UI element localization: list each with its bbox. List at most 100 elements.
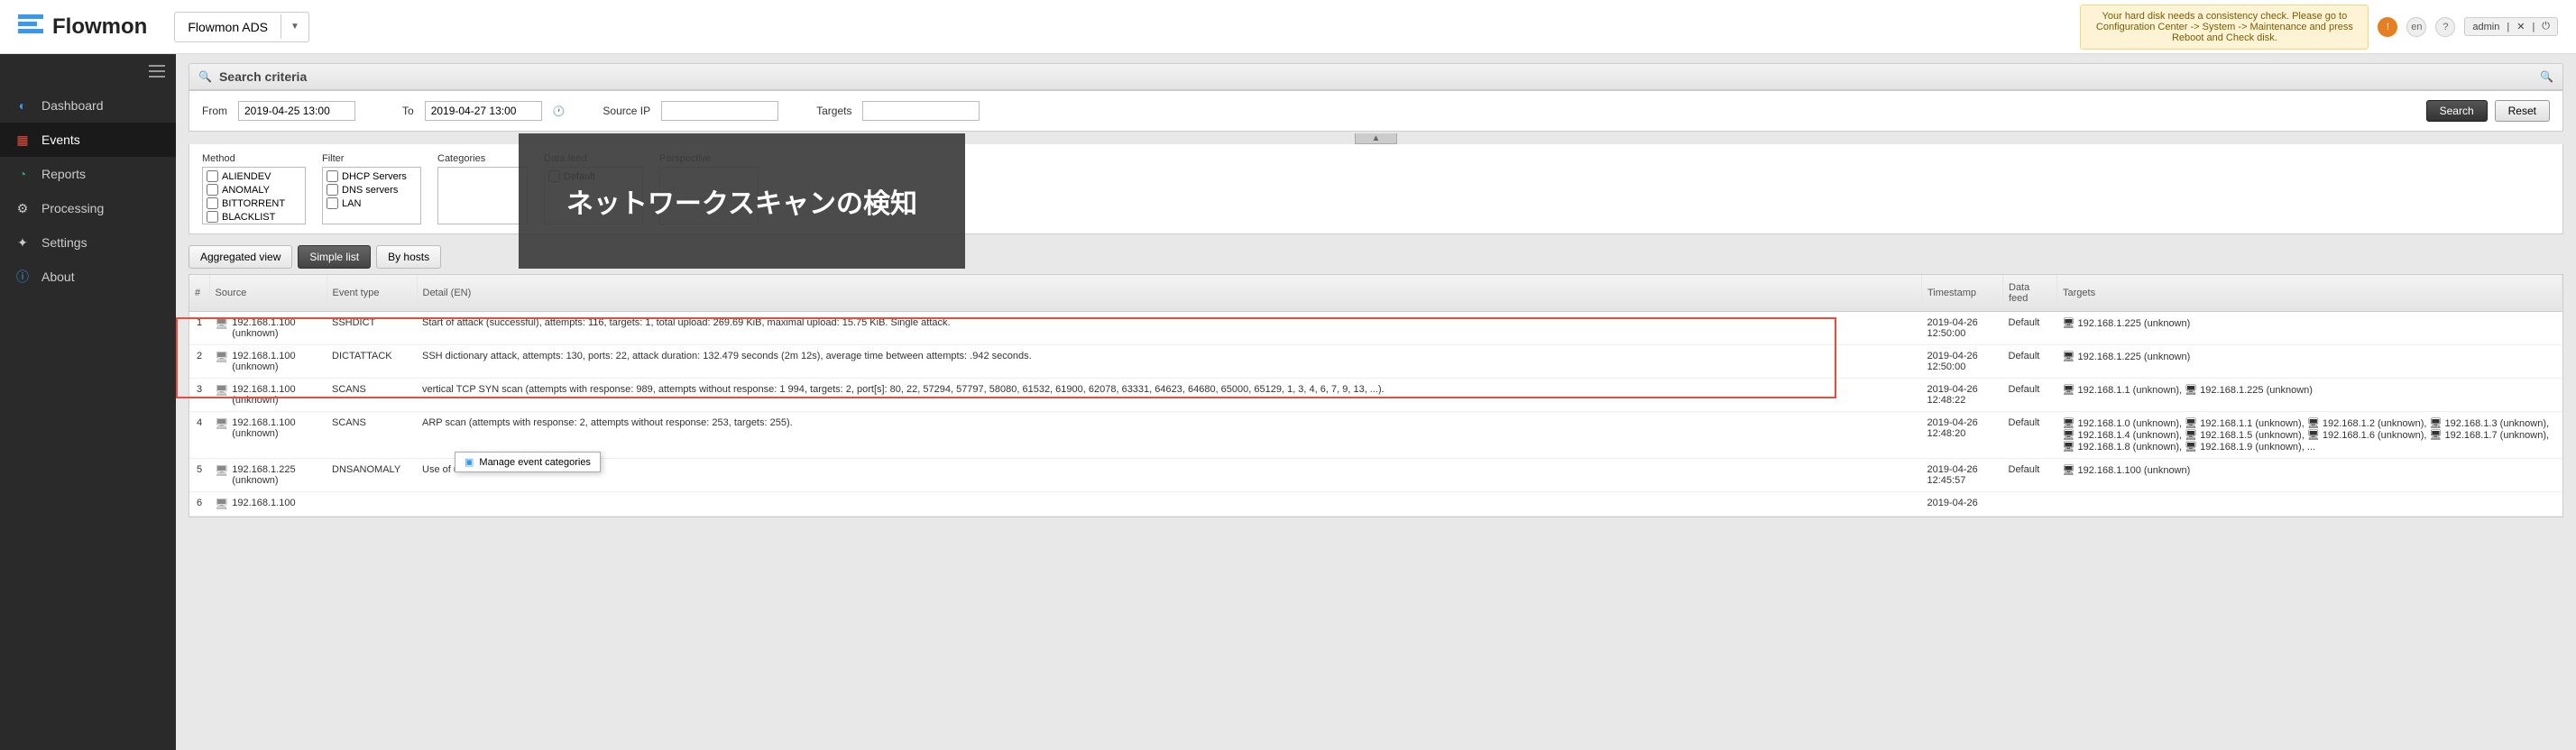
view-tabs: Aggregated view Simple list By hosts <box>189 245 2563 269</box>
nav-label: Processing <box>41 201 104 215</box>
cell-detail: SSH dictionary attack, attempts: 130, po… <box>417 345 1922 379</box>
collapse-handle[interactable]: ▲ <box>189 131 2563 144</box>
cell-detail: ARP scan (attempts with response: 2, att… <box>417 412 1922 459</box>
cell-targets: 🖥 192.168.1.225 (unknown) <box>2057 345 2562 379</box>
cell-timestamp: 2019-04-26 12:50:00 <box>1922 345 2003 379</box>
row-num: 6 <box>189 492 209 517</box>
search-controls: From To 🕐 Source IP Targets Search Reset <box>189 90 2563 132</box>
tag-icon: ▣ <box>465 456 474 468</box>
events-table: # Source Event type Detail (EN) Timestam… <box>189 274 2563 517</box>
table-row[interactable]: 1 🖥192.168.1.100(unknown) SSHDICT Start … <box>189 312 2562 345</box>
gear-icon: ⚙ <box>14 200 31 216</box>
col-source[interactable]: Source <box>209 275 327 312</box>
cell-detail <box>417 492 1922 517</box>
col-targets[interactable]: Targets <box>2057 275 2562 312</box>
reset-button[interactable]: Reset <box>2495 100 2550 122</box>
sidebar: ◐ Dashboard ▦ Events ◔ Reports ⚙ Process… <box>0 54 176 750</box>
to-label: To <box>402 105 414 117</box>
row-num: 1 <box>189 312 209 345</box>
perspective-title: Perspective <box>659 153 759 164</box>
disk-warning-banner: Your hard disk needs a consistency check… <box>2080 5 2369 50</box>
info-icon: ⓘ <box>14 269 31 285</box>
cell-source: 🖥192.168.1.100(unknown) <box>209 379 327 412</box>
sidebar-item-events[interactable]: ▦ Events <box>0 123 176 157</box>
search-button[interactable]: Search <box>2426 100 2488 122</box>
tab-by-hosts[interactable]: By hosts <box>376 245 441 269</box>
cell-timestamp: 2019-04-26 12:45:57 <box>1922 459 2003 492</box>
method-title: Method <box>202 153 306 164</box>
context-menu[interactable]: ▣ Manage event categories <box>455 452 601 472</box>
cell-timestamp: 2019-04-26 12:50:00 <box>1922 312 2003 345</box>
host-icon: 🖥 <box>215 317 228 330</box>
cell-targets: 🖥 192.168.1.100 (unknown) <box>2057 459 2562 492</box>
table-row[interactable]: 2 🖥192.168.1.100(unknown) DICTATTACK SSH… <box>189 345 2562 379</box>
cell-feed: Default <box>2003 345 2057 379</box>
cell-targets: 🖥 192.168.1.1 (unknown), 🖥 192.168.1.225… <box>2057 379 2562 412</box>
datafeed-listbox[interactable]: Default <box>544 167 643 224</box>
language-button[interactable]: en <box>2406 17 2426 37</box>
to-input[interactable] <box>425 101 542 121</box>
cell-source: 🖥192.168.1.100(unknown) <box>209 412 327 459</box>
sidebar-item-dashboard[interactable]: ◐ Dashboard <box>0 88 176 123</box>
pie-icon: ◔ <box>14 166 31 182</box>
close-icon[interactable]: ✕ <box>2516 21 2525 32</box>
cell-targets: 🖥 192.168.1.225 (unknown) <box>2057 312 2562 345</box>
method-listbox[interactable]: ALIENDEV ANOMALY BITTORRENT BLACKLIST <box>202 167 306 224</box>
sidebar-item-reports[interactable]: ◔ Reports <box>0 157 176 191</box>
filters-row: Method ALIENDEV ANOMALY BITTORRENT BLACK… <box>189 144 2563 234</box>
cell-eventtype <box>327 492 417 517</box>
menu-icon <box>149 65 165 78</box>
nav-label: Events <box>41 133 80 147</box>
cell-feed: Default <box>2003 312 2057 345</box>
module-selector[interactable]: Flowmon ADS ▼ <box>174 12 309 42</box>
categories-title: Categories <box>437 153 528 164</box>
table-row[interactable]: 3 🖥192.168.1.100(unknown) SCANS vertical… <box>189 379 2562 412</box>
datafeed-title: Data feed <box>544 153 643 164</box>
targets-input[interactable] <box>862 101 980 121</box>
sidebar-item-processing[interactable]: ⚙ Processing <box>0 191 176 225</box>
flowmon-icon <box>18 14 43 40</box>
cell-detail: Use of unauthorized D <box>417 459 1922 492</box>
cell-targets: 🖥 192.168.1.0 (unknown), 🖥 192.168.1.1 (… <box>2057 412 2562 459</box>
col-num[interactable]: # <box>189 275 209 312</box>
host-icon: 🖥 <box>215 417 228 430</box>
clock-icon[interactable]: 🕐 <box>553 105 566 117</box>
from-input[interactable] <box>238 101 355 121</box>
sidebar-item-settings[interactable]: ✦ Settings <box>0 225 176 260</box>
col-eventtype[interactable]: Event type <box>327 275 417 312</box>
sidebar-toggle[interactable] <box>0 54 176 88</box>
col-timestamp[interactable]: Timestamp <box>1922 275 2003 312</box>
sidebar-item-about[interactable]: ⓘ About <box>0 260 176 294</box>
cell-timestamp: 2019-04-26 12:48:22 <box>1922 379 2003 412</box>
cell-feed: Default <box>2003 412 2057 459</box>
admin-label[interactable]: admin <box>2472 22 2499 32</box>
speedometer-icon: ◐ <box>14 97 31 114</box>
categories-listbox[interactable] <box>437 167 528 224</box>
sourceip-input[interactable] <box>661 101 778 121</box>
ctxmenu-item[interactable]: Manage event categories <box>479 457 591 468</box>
logo-text: Flowmon <box>52 14 147 40</box>
cell-source: 🖥192.168.1.225(unknown) <box>209 459 327 492</box>
tab-simple-list[interactable]: Simple list <box>298 245 371 269</box>
tab-aggregated[interactable]: Aggregated view <box>189 245 292 269</box>
host-icon: 🖥 <box>215 498 228 510</box>
col-feed[interactable]: Data feed <box>2003 275 2057 312</box>
col-detail[interactable]: Detail (EN) <box>417 275 1922 312</box>
filter-listbox[interactable]: DHCP Servers DNS servers LAN <box>322 167 421 224</box>
chevron-down-icon[interactable]: ▼ <box>281 14 308 39</box>
table-row[interactable]: 6 🖥192.168.1.100 2019-04-26 <box>189 492 2562 517</box>
alert-icon[interactable]: ! <box>2378 17 2397 37</box>
from-label: From <box>202 105 227 117</box>
sourceip-label: Source IP <box>603 105 650 117</box>
admin-box: admin | ✕ | ⏻ <box>2464 17 2558 36</box>
cell-detail: Start of attack (successful), attempts: … <box>417 312 1922 345</box>
help-button[interactable]: ? <box>2435 17 2455 37</box>
host-icon: 🖥 <box>215 384 228 397</box>
perspective-listbox[interactable] <box>659 167 759 224</box>
row-num: 5 <box>189 459 209 492</box>
power-icon[interactable]: ⏻ <box>2542 21 2550 32</box>
row-num: 2 <box>189 345 209 379</box>
search-icon[interactable]: 🔍 <box>2540 70 2553 83</box>
host-icon: 🖥 <box>215 464 228 477</box>
cell-eventtype: SCANS <box>327 412 417 459</box>
